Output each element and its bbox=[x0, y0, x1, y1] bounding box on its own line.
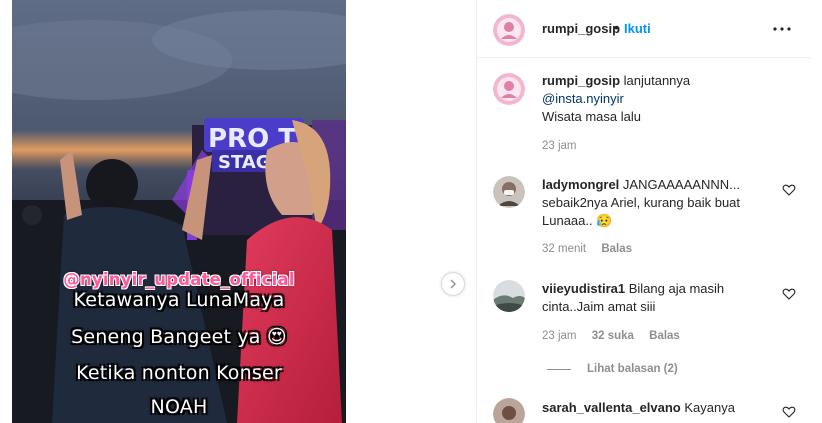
comment-line-2: sebaik2nya Ariel, kurang baik buat bbox=[542, 195, 741, 210]
author-username[interactable]: rumpi_gosip bbox=[542, 21, 620, 36]
post-header: rumpi_gosip • Ikuti bbox=[477, 0, 811, 58]
caption-mention[interactable]: @insta.nyinyir bbox=[542, 90, 624, 108]
comment-line-1: sarah_vallenta_elvano Kayanya bbox=[542, 399, 735, 417]
video-frame: PRO T STAG bbox=[12, 0, 346, 423]
comment-username[interactable]: ladymongrel bbox=[542, 177, 619, 192]
reply-button[interactable]: Balas bbox=[649, 330, 680, 342]
heart-outline-icon[interactable] bbox=[782, 405, 796, 419]
comment-avatar[interactable] bbox=[493, 398, 525, 423]
post-side-panel: rumpi_gosip • Ikuti rumpi_gosip lanjutan… bbox=[476, 0, 811, 423]
video-overlay-line-1: Ketawanya LunaMaya bbox=[73, 289, 285, 311]
comment-username[interactable]: viieyudistira1 bbox=[542, 281, 625, 296]
reply-button[interactable]: Balas bbox=[601, 243, 632, 255]
comment-username[interactable]: sarah_vallenta_elvano bbox=[542, 400, 681, 415]
heart-outline-icon[interactable] bbox=[782, 287, 796, 301]
likes-count[interactable]: 32 suka bbox=[592, 330, 634, 342]
view-replies-button[interactable]: Lihat balasan (2) bbox=[587, 363, 678, 375]
author-avatar[interactable] bbox=[493, 14, 525, 46]
comment-line-1: viieyudistira1 Bilang aja masih bbox=[542, 280, 724, 298]
caption-line-1: rumpi_gosip lanjutannya bbox=[542, 72, 690, 90]
video-overlay-line-3: Ketika nonton Konser bbox=[76, 362, 282, 384]
follow-button[interactable]: Ikuti bbox=[624, 21, 651, 36]
stage-sign-bottom: STAG bbox=[218, 152, 271, 173]
chevron-right-icon bbox=[450, 279, 456, 289]
comment-text: Bilang aja masih bbox=[628, 281, 725, 296]
caption-username[interactable]: rumpi_gosip bbox=[542, 73, 620, 88]
comment-meta: 32 menit Balas bbox=[542, 243, 632, 255]
caption-line-3: Wisata masa lalu bbox=[542, 109, 641, 124]
more-horizontal-icon bbox=[773, 27, 791, 31]
comment-avatar[interactable] bbox=[493, 280, 525, 312]
comment-line-1: ladymongrel JANGAAAAANNN... bbox=[542, 176, 740, 194]
comment-time[interactable]: 32 menit bbox=[542, 243, 586, 255]
comment-time[interactable]: 23 jam bbox=[542, 330, 577, 342]
next-media-button[interactable] bbox=[441, 272, 465, 296]
video-overlay-line-4: NOAH bbox=[150, 396, 208, 418]
comment-line-3: Lunaaa.. 😥 bbox=[542, 213, 613, 228]
video-overlay-line-2: Seneng Bangeet ya 😍 bbox=[71, 326, 287, 348]
heart-outline-icon[interactable] bbox=[782, 183, 796, 197]
caption-time[interactable]: 23 jam bbox=[542, 140, 577, 152]
comment-avatar[interactable] bbox=[493, 176, 525, 208]
more-options-button[interactable] bbox=[769, 22, 795, 36]
comment-meta: 23 jam 32 suka Balas bbox=[542, 330, 680, 342]
comment-text: JANGAAAAANNN... bbox=[622, 177, 740, 192]
caption-text: lanjutannya bbox=[623, 73, 691, 88]
view-replies-divider bbox=[547, 369, 571, 370]
comment-text: Kayanya bbox=[684, 400, 735, 415]
post-video[interactable]: PRO T STAG @nyinyir_update_official Keta… bbox=[12, 0, 346, 423]
comment-line-2: cinta..Jaim amat siii bbox=[542, 299, 656, 314]
header-separator: • bbox=[614, 19, 619, 35]
video-overlay-handle: @nyinyir_update_official bbox=[63, 270, 295, 289]
caption-author-avatar[interactable] bbox=[493, 73, 525, 105]
